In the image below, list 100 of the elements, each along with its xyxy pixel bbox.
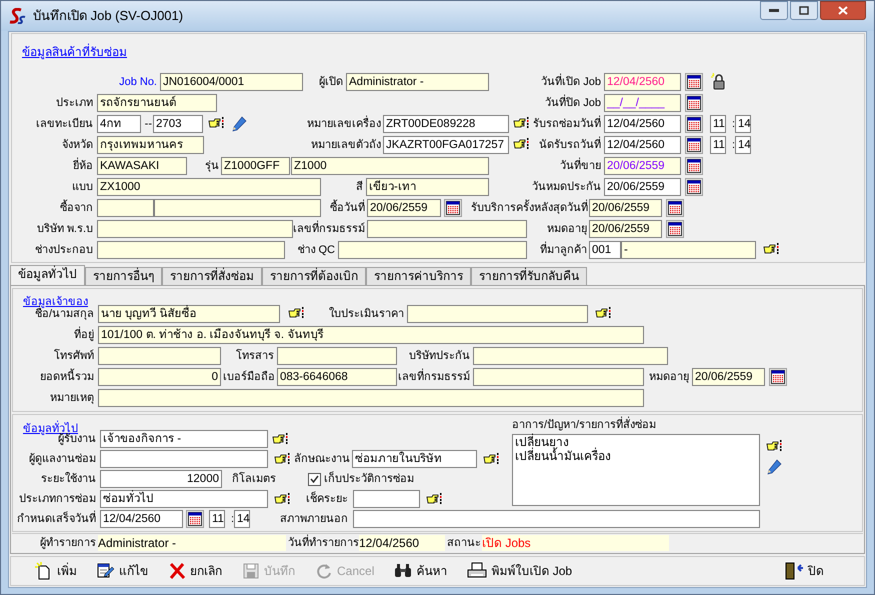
tab[interactable]: รายการอื่นๆ bbox=[85, 267, 162, 285]
tab[interactable]: รายการที่รับกลับคืน bbox=[471, 267, 587, 285]
pointing-hand-icon[interactable] bbox=[208, 117, 224, 130]
calendar-button[interactable] bbox=[666, 198, 684, 216]
text-field[interactable] bbox=[97, 240, 285, 258]
pencil-icon[interactable] bbox=[231, 116, 247, 132]
text-field[interactable] bbox=[97, 198, 154, 216]
pencil-icon[interactable] bbox=[766, 459, 782, 475]
text-field[interactable] bbox=[473, 346, 668, 364]
text-field[interactable] bbox=[97, 220, 293, 238]
minute-field[interactable]: 14 bbox=[735, 136, 751, 154]
section-heading-link[interactable]: ข้อมูลทั่วไป bbox=[23, 423, 78, 435]
text-field[interactable]: 20/06/2559 bbox=[604, 178, 681, 196]
calendar-button[interactable] bbox=[685, 94, 703, 112]
text-field[interactable]: ซ่อมทั่วไป bbox=[100, 490, 268, 508]
tab[interactable]: รายการค่าบริการ bbox=[366, 267, 471, 285]
padlock-icon[interactable] bbox=[711, 73, 727, 90]
text-field[interactable]: __/__/____ bbox=[604, 94, 681, 112]
section-heading-link[interactable]: ข้อมูลเจ้าของ bbox=[23, 296, 88, 308]
cancel-button[interactable]: ยกเลิก bbox=[164, 558, 226, 584]
exit-button[interactable]: ปิด bbox=[780, 558, 828, 584]
tab[interactable]: รายการที่ต้องเบิก bbox=[262, 267, 366, 285]
text-field[interactable]: Z1000GFF bbox=[221, 156, 290, 174]
text-field[interactable]: รถจักรยานยนต์ bbox=[97, 94, 217, 112]
text-field[interactable]: ZRT00DE089228 bbox=[383, 114, 509, 132]
pointing-hand-icon[interactable] bbox=[272, 432, 288, 446]
pointing-hand-icon[interactable] bbox=[595, 307, 611, 320]
text-field[interactable]: 20/06/2559 bbox=[589, 220, 662, 238]
edit-button[interactable]: แก้ไข bbox=[93, 558, 152, 584]
text-field[interactable] bbox=[277, 346, 397, 364]
text-field[interactable]: 0 bbox=[98, 368, 221, 386]
text-field[interactable]: 12000 bbox=[100, 470, 222, 488]
calendar-button[interactable] bbox=[685, 114, 703, 132]
checkbox[interactable] bbox=[308, 472, 321, 486]
text-field[interactable]: 20/06/2559 bbox=[367, 198, 441, 216]
text-field[interactable]: 001 bbox=[589, 240, 621, 258]
calendar-button[interactable] bbox=[685, 156, 703, 174]
text-field[interactable] bbox=[353, 510, 760, 528]
text-field[interactable]: KAWASAKI bbox=[97, 156, 187, 174]
text-field[interactable]: 12/04/2560 bbox=[100, 510, 183, 528]
hour-field[interactable]: 11 bbox=[710, 114, 726, 132]
text-field[interactable] bbox=[98, 346, 221, 364]
pointing-hand-icon[interactable] bbox=[483, 452, 499, 466]
text-field[interactable]: ZX1000 bbox=[97, 178, 321, 196]
calendar-button[interactable] bbox=[769, 368, 787, 386]
text-field[interactable]: 20/06/2559 bbox=[589, 198, 662, 216]
text-field[interactable]: 12/04/2560 bbox=[604, 114, 681, 132]
pointing-hand-icon[interactable] bbox=[513, 138, 529, 151]
text-field[interactable]: เจ้าของกิจการ - bbox=[100, 430, 268, 448]
pointing-hand-icon[interactable] bbox=[513, 117, 529, 130]
pointing-hand-icon[interactable] bbox=[426, 492, 442, 506]
close-button[interactable] bbox=[820, 1, 866, 20]
calendar-button[interactable] bbox=[186, 510, 204, 528]
minute-field[interactable]: 14 bbox=[735, 114, 751, 132]
text-field[interactable]: 12/04/2560 bbox=[604, 136, 681, 154]
tab[interactable]: รายการที่สั่งซ่อม bbox=[162, 267, 262, 285]
calendar-button[interactable] bbox=[685, 72, 703, 90]
text-field[interactable]: 083-6646068 bbox=[277, 368, 397, 386]
text-field[interactable]: เขียว-เทา bbox=[366, 178, 489, 196]
search-button[interactable]: ค้นหา bbox=[390, 558, 452, 584]
text-field[interactable] bbox=[154, 198, 321, 216]
maximize-button[interactable] bbox=[790, 1, 818, 20]
hour-field[interactable]: 11 bbox=[710, 136, 726, 154]
pointing-hand-icon[interactable] bbox=[274, 492, 290, 506]
text-field[interactable]: นาย บุญทวี นิสัยซื่อ bbox=[98, 304, 280, 322]
text-field[interactable]: 12/04/2560 bbox=[604, 72, 681, 90]
tab[interactable]: ข้อมูลทั่วไป bbox=[10, 265, 85, 285]
text-field[interactable]: Administrator - bbox=[346, 72, 489, 90]
calendar-button[interactable] bbox=[444, 198, 462, 216]
text-field[interactable] bbox=[353, 490, 420, 508]
text-field[interactable]: Z1000 bbox=[291, 156, 489, 174]
text-field[interactable] bbox=[100, 450, 268, 468]
hour-field[interactable]: 11 bbox=[209, 510, 225, 528]
text-field[interactable] bbox=[367, 220, 527, 238]
pointing-hand-icon[interactable] bbox=[274, 452, 290, 466]
text-field[interactable]: กรุงเทพมหานคร bbox=[97, 136, 204, 154]
text-field[interactable]: JKAZRT00FGA017257 bbox=[383, 136, 509, 154]
section-heading-link[interactable]: ข้อมูลสินค้าที่รับซ่อม bbox=[22, 45, 127, 59]
minimize-button[interactable] bbox=[760, 1, 788, 20]
text-field[interactable] bbox=[473, 368, 644, 386]
text-field[interactable]: JN016004/0001 bbox=[160, 72, 303, 90]
text-field[interactable]: 2703 bbox=[153, 114, 203, 132]
text-field[interactable]: - bbox=[621, 240, 756, 258]
text-field[interactable]: 101/100 ต. ท่าช้าง อ. เมืองจันทบุรี จ. จันทบุรี bbox=[98, 326, 644, 344]
minute-field[interactable]: 14 bbox=[234, 510, 250, 528]
calendar-button[interactable] bbox=[685, 136, 703, 154]
text-field[interactable] bbox=[407, 304, 588, 322]
text-field[interactable] bbox=[338, 240, 527, 258]
calendar-button[interactable] bbox=[685, 178, 703, 196]
text-field[interactable] bbox=[98, 388, 644, 406]
text-field[interactable]: 4กท bbox=[97, 114, 141, 132]
text-field[interactable]: 20/06/2559 bbox=[692, 368, 765, 386]
text-field[interactable]: 20/06/2559 bbox=[604, 156, 681, 174]
pointing-hand-icon[interactable] bbox=[763, 243, 779, 256]
pointing-hand-icon[interactable] bbox=[766, 440, 782, 453]
text-field[interactable]: ซ่อมภายในบริษัท bbox=[352, 450, 477, 468]
print-button[interactable]: พิมพ์ใบเปิด Job bbox=[463, 558, 576, 584]
pointing-hand-icon[interactable] bbox=[288, 307, 304, 320]
new-button[interactable]: เพิ่ม bbox=[31, 558, 81, 584]
calendar-button[interactable] bbox=[666, 220, 684, 238]
